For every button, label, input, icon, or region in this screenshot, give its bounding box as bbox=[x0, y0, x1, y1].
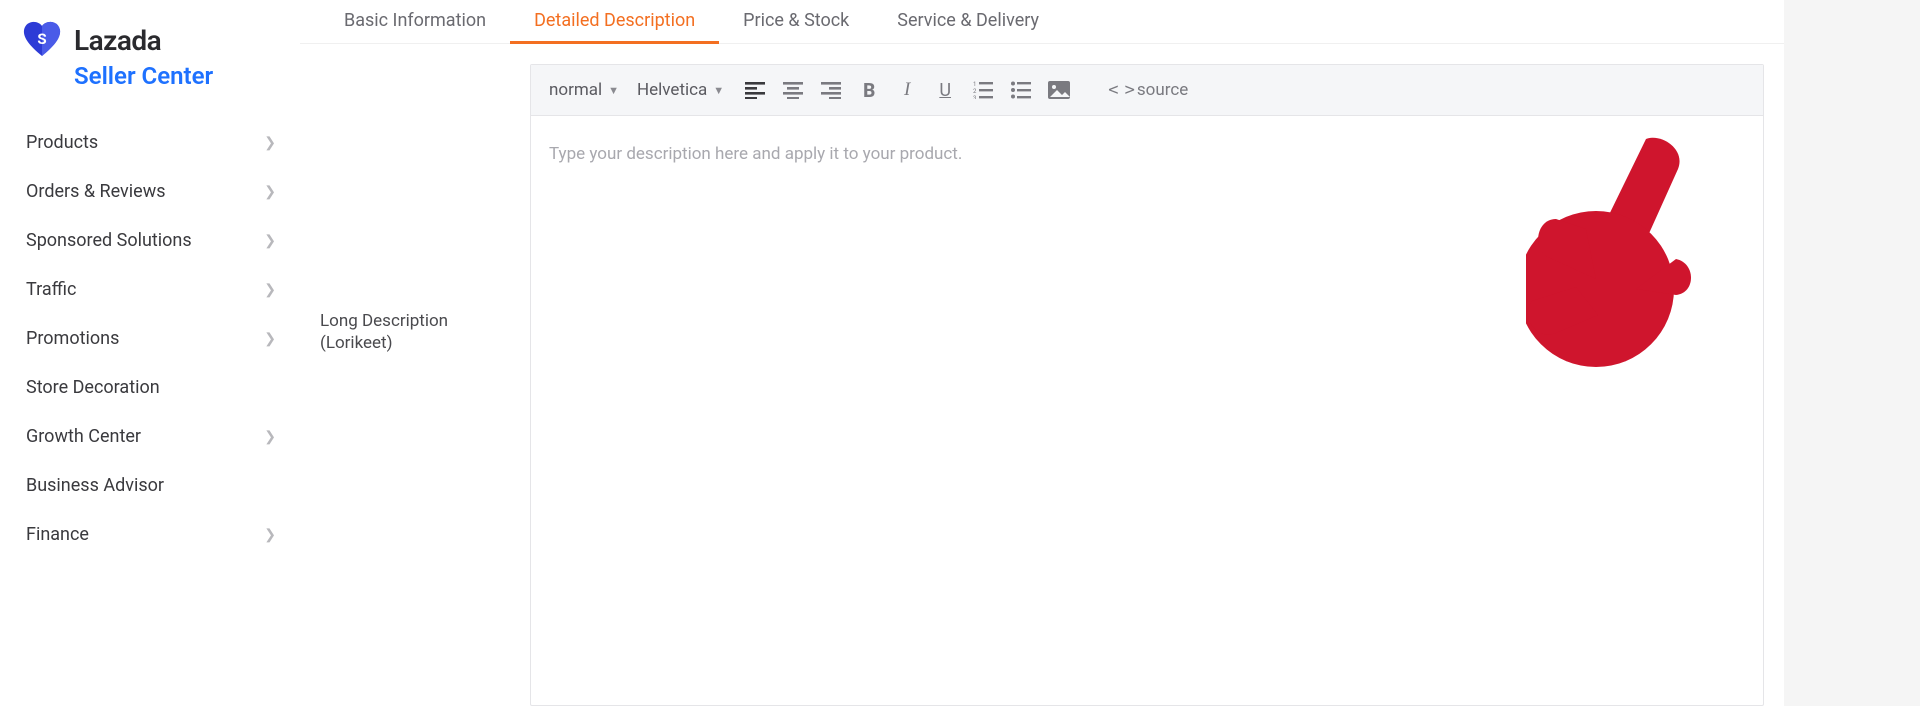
tab-basic-information[interactable]: Basic Information bbox=[320, 0, 510, 43]
sidebar-item-orders-reviews[interactable]: Orders & Reviews ❯ bbox=[20, 167, 300, 216]
sidebar-item-label: Promotions bbox=[26, 328, 119, 349]
sidebar-item-label: Orders & Reviews bbox=[26, 181, 166, 202]
rich-text-editor: normal ▼ Helvetica ▼ bbox=[530, 64, 1764, 706]
chevron-right-icon: ❯ bbox=[264, 184, 276, 200]
sidebar-item-sponsored-solutions[interactable]: Sponsored Solutions ❯ bbox=[20, 216, 300, 265]
ordered-list-icon: 1 2 3 bbox=[973, 81, 993, 99]
caret-down-icon: ▼ bbox=[713, 84, 724, 97]
svg-text:3: 3 bbox=[973, 95, 976, 99]
caret-down-icon: ▼ bbox=[608, 84, 619, 97]
logo[interactable]: S Lazada bbox=[20, 20, 300, 60]
field-label-line: (Lorikeet) bbox=[320, 333, 393, 353]
svg-text:2: 2 bbox=[973, 88, 977, 95]
font-select-value: Helvetica bbox=[637, 80, 707, 100]
sidebar-item-label: Traffic bbox=[26, 279, 76, 300]
sidebar-item-label: Sponsored Solutions bbox=[26, 230, 192, 251]
align-right-button[interactable] bbox=[818, 77, 844, 103]
svg-text:S: S bbox=[37, 30, 46, 48]
ordered-list-button[interactable]: 1 2 3 bbox=[970, 77, 996, 103]
tab-price-stock[interactable]: Price & Stock bbox=[719, 0, 873, 43]
sidebar-item-label: Products bbox=[26, 132, 98, 153]
bold-button[interactable]: B bbox=[856, 77, 882, 103]
source-button-label: source bbox=[1137, 80, 1188, 100]
description-textarea[interactable]: Type your description here and apply it … bbox=[531, 116, 1763, 705]
brand-name: Lazada bbox=[74, 24, 161, 57]
logo-icon: S bbox=[20, 20, 64, 60]
main-panel: Basic Information Detailed Description P… bbox=[300, 0, 1784, 706]
unordered-list-icon bbox=[1011, 81, 1031, 99]
format-select-value: normal bbox=[549, 80, 602, 100]
svg-text:1: 1 bbox=[973, 81, 976, 88]
chevron-right-icon: ❯ bbox=[264, 135, 276, 151]
sidebar-item-label: Store Decoration bbox=[26, 377, 160, 398]
font-select[interactable]: Helvetica ▼ bbox=[637, 80, 730, 100]
chevron-right-icon: ❯ bbox=[264, 282, 276, 298]
chevron-right-icon: ❯ bbox=[264, 331, 276, 347]
tab-service-delivery[interactable]: Service & Delivery bbox=[873, 0, 1063, 43]
field-label-line: Long Description bbox=[320, 311, 448, 331]
tabs: Basic Information Detailed Description P… bbox=[300, 0, 1784, 44]
sidebar-item-business-advisor[interactable]: Business Advisor bbox=[20, 461, 300, 510]
align-left-button[interactable] bbox=[742, 77, 768, 103]
sidebar: S Lazada Seller Center Products ❯ Orders… bbox=[0, 0, 300, 706]
source-button[interactable]: < > source bbox=[1108, 80, 1188, 100]
sidebar-item-label: Finance bbox=[26, 524, 89, 545]
chevron-right-icon: ❯ bbox=[264, 233, 276, 249]
sidebar-item-products[interactable]: Products ❯ bbox=[20, 118, 300, 167]
sidebar-item-label: Business Advisor bbox=[26, 475, 164, 496]
format-select[interactable]: normal ▼ bbox=[549, 80, 625, 100]
sidebar-item-growth-center[interactable]: Growth Center ❯ bbox=[20, 412, 300, 461]
tab-detailed-description[interactable]: Detailed Description bbox=[510, 0, 719, 43]
brand-subtitle: Seller Center bbox=[74, 62, 300, 90]
align-right-icon bbox=[821, 81, 841, 99]
editor-toolbar: normal ▼ Helvetica ▼ bbox=[531, 65, 1763, 116]
code-icon: < > bbox=[1108, 80, 1133, 100]
image-icon bbox=[1048, 81, 1070, 99]
align-left-icon bbox=[745, 81, 765, 99]
chevron-right-icon: ❯ bbox=[264, 429, 276, 445]
underline-button[interactable]: U bbox=[932, 77, 958, 103]
align-center-button[interactable] bbox=[780, 77, 806, 103]
sidebar-item-promotions[interactable]: Promotions ❯ bbox=[20, 314, 300, 363]
insert-image-button[interactable] bbox=[1046, 77, 1072, 103]
sidebar-item-finance[interactable]: Finance ❯ bbox=[20, 510, 300, 559]
sidebar-item-store-decoration[interactable]: Store Decoration bbox=[20, 363, 300, 412]
unordered-list-button[interactable] bbox=[1008, 77, 1034, 103]
sidebar-item-label: Growth Center bbox=[26, 426, 141, 447]
field-label-long-description: Long Description (Lorikeet) bbox=[320, 64, 530, 706]
sidebar-item-traffic[interactable]: Traffic ❯ bbox=[20, 265, 300, 314]
align-center-icon bbox=[783, 81, 803, 99]
content-area: Long Description (Lorikeet) normal ▼ Hel… bbox=[300, 44, 1784, 706]
chevron-right-icon: ❯ bbox=[264, 527, 276, 543]
italic-button[interactable]: I bbox=[894, 77, 920, 103]
